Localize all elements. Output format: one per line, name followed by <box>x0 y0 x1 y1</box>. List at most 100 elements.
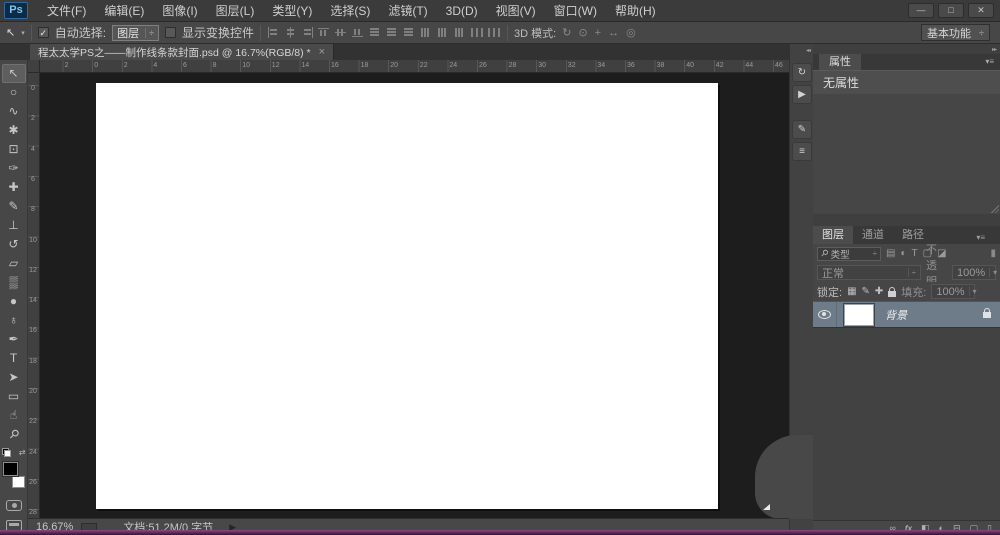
3d-scale-icon[interactable]: ◎ <box>626 26 636 39</box>
clone-stamp-tool[interactable]: ⊥ <box>2 216 26 235</box>
align-right-edges-icon[interactable] <box>301 27 314 38</box>
menu-item[interactable]: 图像(I) <box>153 0 206 22</box>
layer-filter-type-dropdown[interactable]: ⚲ 类型 ÷ <box>817 246 881 261</box>
lock-position-icon[interactable]: ✚ <box>875 286 883 297</box>
menu-item[interactable]: 选择(S) <box>321 0 379 22</box>
lock-transparent-pixels-icon[interactable]: ▦ <box>847 286 856 297</box>
gradient-tool[interactable]: ▒ <box>2 273 26 292</box>
actions-panel-icon[interactable]: ▶ <box>792 85 812 104</box>
tab-close-icon[interactable]: × <box>319 46 325 58</box>
swap-colors-icon[interactable]: ⇄ <box>19 448 26 457</box>
close-button[interactable]: ✕ <box>968 3 994 18</box>
distribute-vertical-centers-icon[interactable] <box>386 27 399 38</box>
align-left-edges-icon[interactable] <box>267 27 280 38</box>
tab-layers[interactable]: 图层 <box>813 226 853 244</box>
filter-type-layers-icon[interactable]: T <box>912 248 918 259</box>
clone-source-icon[interactable]: ≡ <box>792 142 812 161</box>
crop-tool[interactable]: ⊡ <box>2 140 26 159</box>
lasso-tool[interactable]: ∿ <box>2 102 26 121</box>
menu-item[interactable]: 滤镜(T) <box>379 0 436 22</box>
distribute-top-edges-icon[interactable] <box>369 27 382 38</box>
bottom-edge-strip <box>0 530 1000 535</box>
vertical-ruler[interactable]: 0 2 4 6 8 10 12 14 16 18 20 22 24 26 28 <box>28 73 40 518</box>
tools-panel: ↖ ○ ∿ ✱ ⊡ ✑ ✚ ✎ ⊥ ↺ ▱ ▒ ● ♁ ✒ T ➤ ▭ ☝ ⚲ ⇄ <box>0 60 28 535</box>
minimize-button[interactable]: — <box>908 3 934 18</box>
blend-mode-dropdown[interactable]: 正常 ÷ <box>817 265 921 280</box>
auto-select-checkbox[interactable]: ✓ <box>37 27 49 38</box>
healing-brush-tool[interactable]: ✚ <box>2 178 26 197</box>
3d-drag-icon[interactable]: + <box>595 27 601 39</box>
auto-select-dropdown[interactable]: 图层 ÷ <box>112 24 160 41</box>
layer-name[interactable]: 背景 <box>885 307 907 323</box>
panel-menu-icon[interactable]: ▾≡ <box>967 229 994 247</box>
3d-slide-icon[interactable]: ↔ <box>608 27 619 39</box>
tool-preset-arrow-icon[interactable]: ▾ <box>21 29 25 37</box>
expand-panels-icon[interactable]: ◂◂ <box>806 47 811 54</box>
menu-item[interactable]: 3D(D) <box>437 0 487 22</box>
blur-tool[interactable]: ● <box>2 292 26 311</box>
ruler-number: 10 <box>242 62 250 69</box>
quick-mask-icon[interactable] <box>5 500 22 511</box>
type-tool[interactable]: T <box>2 349 26 368</box>
history-panel-icon[interactable]: ↻ <box>792 63 812 82</box>
panel-resize-grip[interactable] <box>990 204 999 213</box>
menu-item[interactable]: 类型(Y) <box>263 0 321 22</box>
filter-pixel-layers-icon[interactable]: ▤ <box>886 248 895 259</box>
eraser-tool[interactable]: ▱ <box>2 254 26 273</box>
menu-bar: Ps 文件(F) 编辑(E) 图像(I) 图层(L) 类型(Y) 选择(S) 滤镜(T) 3D… <box>0 0 1000 22</box>
distribute-bottom-edges-icon[interactable] <box>403 27 416 38</box>
fill-dropdown[interactable]: 100% ▾ <box>931 284 977 299</box>
collapse-panels-icon[interactable]: ▸▸ <box>992 46 997 53</box>
brush-presets-icon[interactable]: ✎ <box>792 120 812 139</box>
align-bottom-edges-icon[interactable] <box>352 27 365 38</box>
horizontal-ruler[interactable]: 4202468101214161820222426283032343638404… <box>28 60 789 73</box>
panel-menu-icon[interactable]: ▾≡ <box>985 57 994 66</box>
align-top-edges-icon[interactable] <box>318 27 331 38</box>
tab-properties[interactable]: 属性 <box>819 54 861 70</box>
move-tool[interactable]: ↖ <box>1 64 26 83</box>
3d-rotate-icon[interactable]: ↻ <box>562 26 571 39</box>
distribute-spacing-vertical-icon[interactable] <box>471 27 484 38</box>
distribute-right-edges-icon[interactable] <box>454 27 467 38</box>
shape-tool[interactable]: ▭ <box>2 387 26 406</box>
show-transform-checkbox[interactable] <box>165 27 177 38</box>
history-brush-tool[interactable]: ↺ <box>2 235 26 254</box>
filter-toggle-icon[interactable]: ▮ <box>990 248 996 259</box>
layer-row-background[interactable]: 背景 <box>813 301 1000 328</box>
marquee-tool[interactable]: ○ <box>2 83 26 102</box>
distribute-spacing-horizontal-icon[interactable] <box>488 27 501 38</box>
move-tool-preset-icon[interactable]: ↖ <box>6 26 15 39</box>
menu-item[interactable]: 窗口(W) <box>545 0 606 22</box>
pen-tool[interactable]: ✒ <box>2 330 26 349</box>
lock-all-icon[interactable] <box>888 286 897 297</box>
workspace-dropdown[interactable]: 基本功能 ÷ <box>921 24 990 41</box>
menu-item[interactable]: 文件(F) <box>38 0 95 22</box>
lock-image-pixels-icon[interactable]: ✎ <box>862 286 870 297</box>
3d-roll-icon[interactable]: ⊙ <box>578 26 587 39</box>
path-selection-tool[interactable]: ➤ <box>2 368 26 387</box>
document-tab[interactable]: 程太太学PS之——制作线条款封面.psd @ 16.7%(RGB/8) * × <box>30 44 335 60</box>
visibility-toggle[interactable] <box>813 302 837 327</box>
opacity-dropdown[interactable]: 100% ▾ <box>952 265 997 280</box>
default-colors-icon[interactable] <box>1 448 11 457</box>
menu-item[interactable]: 帮助(H) <box>606 0 665 22</box>
layer-thumbnail[interactable] <box>843 302 875 327</box>
filter-adjustment-layers-icon[interactable]: ◐ <box>900 248 906 259</box>
align-vertical-centers-icon[interactable] <box>335 27 348 38</box>
background-color-swatch[interactable] <box>11 476 25 488</box>
tab-channels[interactable]: 通道 <box>853 226 893 244</box>
distribute-left-edges-icon[interactable] <box>420 27 433 38</box>
tab-paths[interactable]: 路径 <box>893 226 933 244</box>
foreground-color-swatch[interactable] <box>2 462 18 476</box>
dodge-tool[interactable]: ♁ <box>2 311 26 330</box>
menu-item[interactable]: 图层(L) <box>207 0 264 22</box>
brush-tool[interactable]: ✎ <box>2 197 26 216</box>
distribute-horizontal-centers-icon[interactable] <box>437 27 450 38</box>
restore-button[interactable]: □ <box>938 3 964 18</box>
document-canvas[interactable] <box>96 83 718 509</box>
quick-selection-tool[interactable]: ✱ <box>2 121 26 140</box>
menu-item[interactable]: 编辑(E) <box>95 0 153 22</box>
align-horizontal-centers-icon[interactable] <box>284 27 297 38</box>
menu-item[interactable]: 视图(V) <box>487 0 545 22</box>
eyedropper-tool[interactable]: ✑ <box>2 159 26 178</box>
